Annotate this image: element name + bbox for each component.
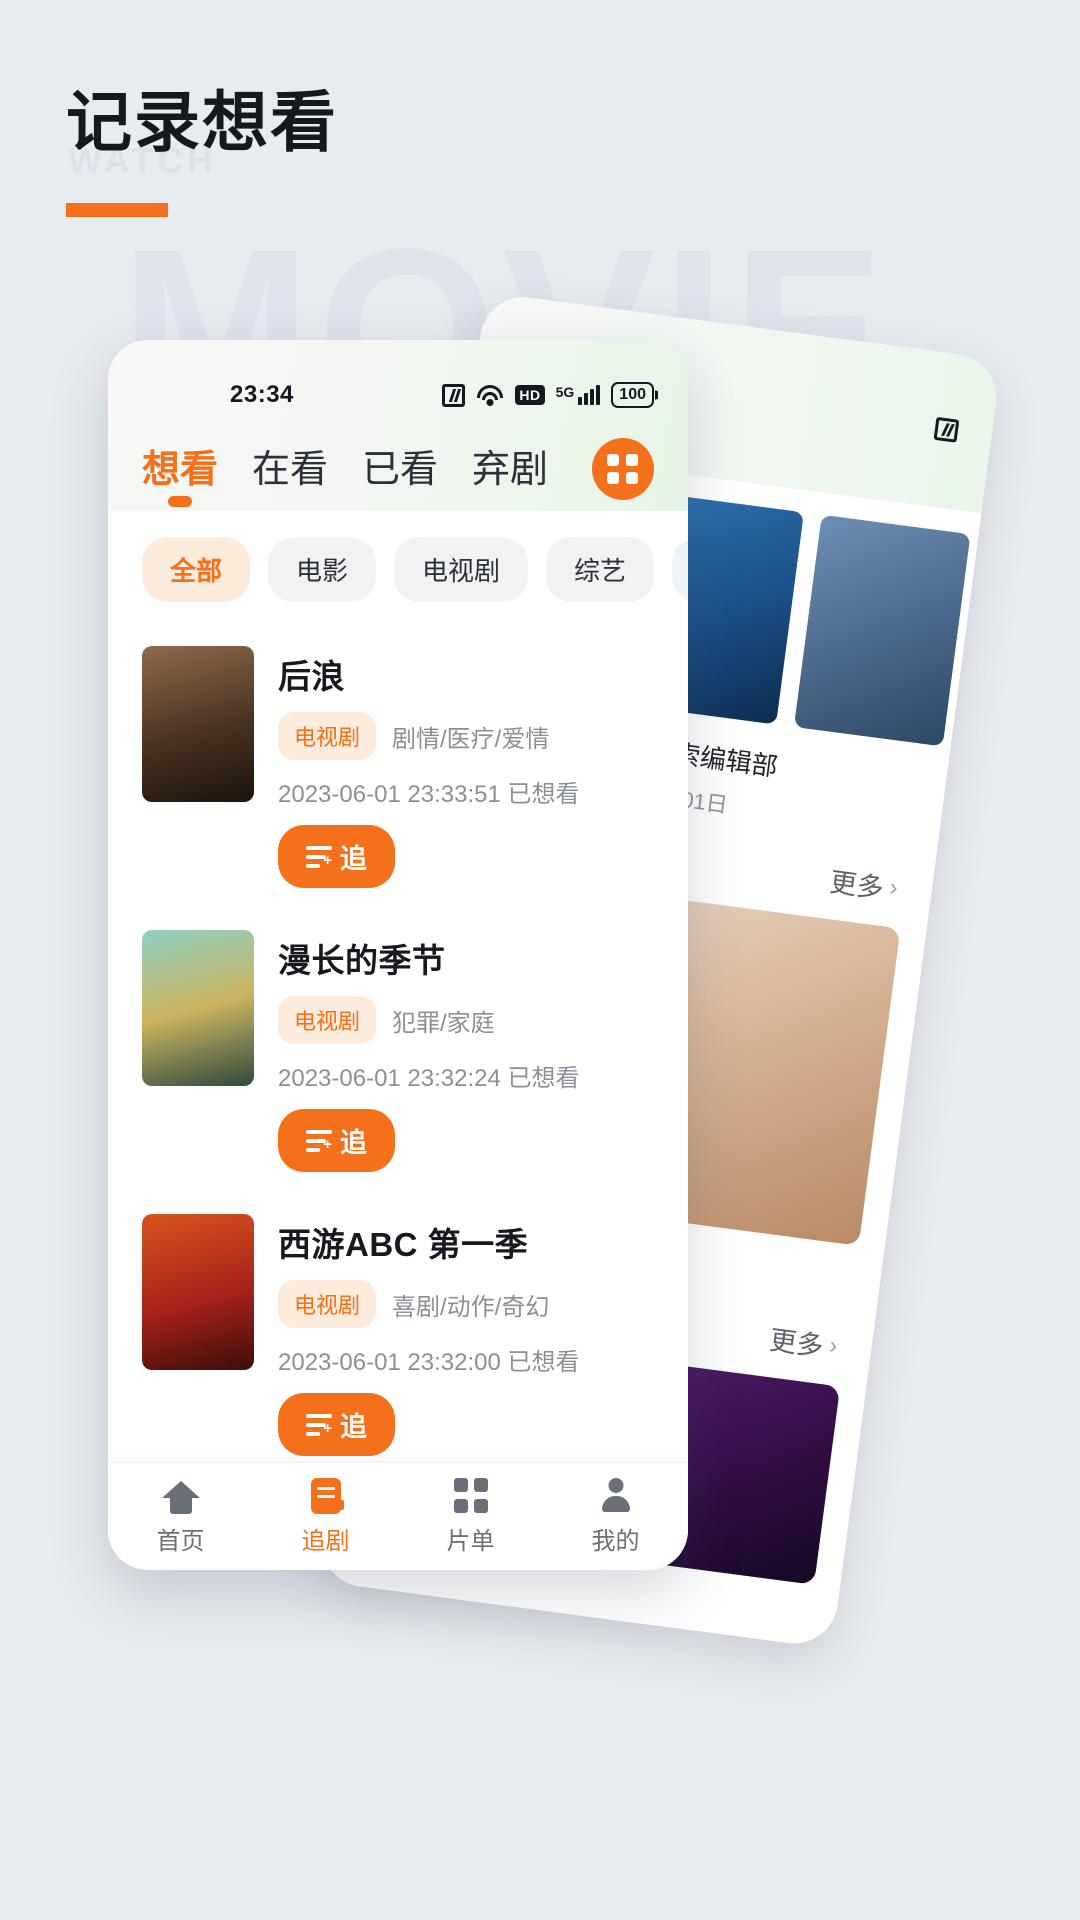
item-genres: 喜剧/动作/奇幻	[392, 1293, 550, 1321]
tab-dropped[interactable]: 弃剧	[472, 438, 548, 511]
document-icon	[307, 1477, 345, 1514]
list-plus-icon: +	[306, 845, 332, 868]
phone-top-section: 23:34 HD 5G 100 想看 在看 已看 弃剧	[108, 340, 688, 511]
list-item[interactable]: 漫长的季节 电视剧 犯罪/家庭 2023-06-01 23:32:24 已想看 …	[142, 908, 688, 1192]
bottom-navigation: 首页 追剧 片单 我的	[108, 1462, 688, 1570]
list-item[interactable]: 西游ABC 第一季 电视剧 喜剧/动作/奇幻 2023-06-01 23:32:…	[142, 1192, 688, 1476]
filter-chip-row: 全部 电影 电视剧 综艺 动漫	[108, 511, 688, 612]
item-title: 后浪	[278, 658, 345, 695]
poster-thumbnail	[142, 646, 254, 802]
filter-chip-all[interactable]: 全部	[142, 537, 251, 602]
more-label: 更多	[827, 867, 886, 904]
chase-button[interactable]: + 追	[278, 1109, 395, 1172]
chevron-right-icon: ›	[888, 873, 900, 902]
item-title: 漫长的季节	[278, 942, 446, 979]
nav-label: 片单	[446, 1527, 495, 1555]
wifi-icon	[476, 384, 504, 406]
grid-icon	[452, 1477, 490, 1514]
item-category-tag: 电视剧	[278, 712, 377, 760]
signal-5g-icon: 5G	[556, 385, 601, 405]
more-label: 更多	[767, 1325, 826, 1362]
person-icon	[597, 1478, 635, 1514]
statusbar: 23:34 HD 5G 100	[108, 374, 688, 416]
grid-view-button[interactable]	[592, 438, 654, 500]
battery-icon: 100	[611, 382, 654, 408]
statusbar-time: 23:34	[230, 381, 294, 408]
filter-chip-anime[interactable]: 动漫	[672, 537, 688, 602]
nav-item-chase[interactable]: 追剧	[253, 1477, 398, 1556]
grid-dot	[626, 454, 638, 466]
nav-item-profile[interactable]: 我的	[543, 1478, 688, 1556]
item-category-tag: 电视剧	[278, 1280, 377, 1328]
nav-label: 首页	[156, 1527, 205, 1555]
home-icon	[161, 1478, 200, 1514]
poster-thumbnail	[793, 514, 971, 747]
tab-watched[interactable]: 已看	[362, 438, 438, 511]
filter-chip-movie[interactable]: 电影	[268, 537, 377, 602]
item-genres: 犯罪/家庭	[392, 1009, 495, 1037]
filter-chip-variety[interactable]: 综艺	[546, 537, 655, 602]
tab-watching[interactable]: 在看	[252, 438, 328, 511]
chase-button[interactable]: + 追	[278, 1393, 395, 1456]
chase-button-label: 追	[340, 844, 367, 874]
network-type-label: 5G	[555, 384, 575, 400]
item-title: 西游ABC 第一季	[278, 1226, 529, 1263]
filter-chip-tv[interactable]: 电视剧	[394, 537, 529, 602]
nav-label: 我的	[591, 1527, 640, 1555]
poster-thumbnail	[142, 930, 254, 1086]
item-timestamp: 2023-06-01 23:33:51 已想看	[278, 781, 580, 808]
chase-button-label: 追	[340, 1412, 367, 1442]
item-timestamp: 2023-06-01 23:32:24 已想看	[278, 1065, 580, 1092]
tab-want-to-watch[interactable]: 想看	[142, 438, 218, 511]
item-category-tag: 电视剧	[278, 996, 377, 1044]
list-plus-icon: +	[306, 1129, 332, 1152]
list-plus-icon: +	[306, 1413, 332, 1436]
primary-phone-card: 23:34 HD 5G 100 想看 在看 已看 弃剧 全部 电影 电视剧 综艺…	[108, 340, 688, 1570]
nav-item-home[interactable]: 首页	[108, 1478, 253, 1556]
item-timestamp: 2023-06-01 23:32:00 已想看	[278, 1349, 580, 1376]
page-title: 记录想看	[66, 85, 338, 159]
grid-dot	[607, 454, 619, 466]
hd-icon: HD	[515, 385, 545, 405]
chevron-right-icon: ›	[827, 1331, 840, 1360]
statusbar-icons: HD 5G 100	[442, 382, 654, 408]
page-header: WATCH 记录想看	[66, 85, 338, 218]
nfc-icon	[933, 416, 960, 443]
list-item[interactable]: 后浪 电视剧 剧情/医疗/爱情 2023-06-01 23:33:51 已想看 …	[142, 624, 688, 908]
poster-thumbnail	[142, 1214, 254, 1370]
nav-item-lists[interactable]: 片单	[398, 1477, 543, 1556]
grid-dot	[626, 472, 638, 484]
grid-dot	[607, 472, 619, 484]
nav-label: 追剧	[301, 1527, 350, 1555]
nfc-icon	[442, 383, 466, 407]
item-genres: 剧情/医疗/爱情	[392, 725, 550, 753]
battery-level: 100	[619, 386, 646, 404]
title-underline-rule	[66, 203, 168, 218]
chase-button-label: 追	[340, 1128, 367, 1158]
tab-bar: 想看 在看 已看 弃剧	[108, 416, 688, 511]
media-list: 后浪 电视剧 剧情/医疗/爱情 2023-06-01 23:33:51 已想看 …	[108, 612, 688, 1570]
chase-button[interactable]: + 追	[278, 825, 395, 888]
